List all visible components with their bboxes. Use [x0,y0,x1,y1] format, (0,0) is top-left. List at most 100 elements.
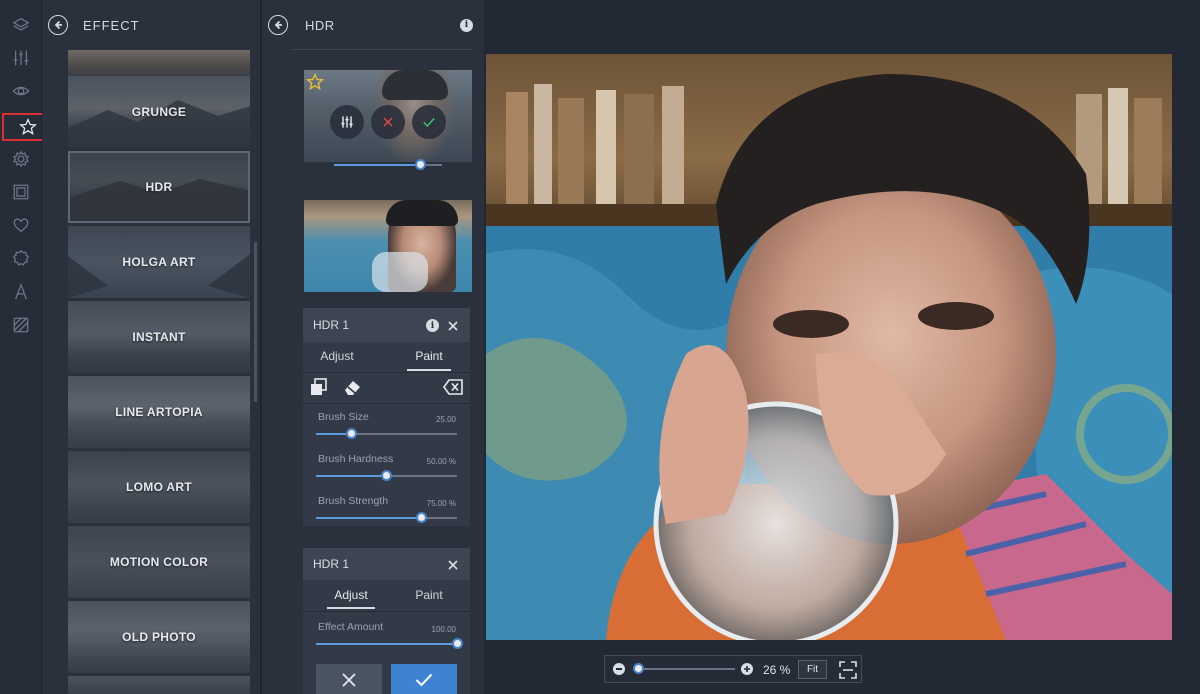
effect-item-holga-art[interactable]: HOLGA ART [68,226,250,298]
brush-hardness-label: Brush Hardness [318,453,394,465]
effect-label: HOLGA ART [122,255,196,269]
gear-icon[interactable] [4,144,38,174]
badge-icon[interactable] [4,243,38,273]
adjust-card-header: HDR 1 [303,548,470,580]
effect-item-line-artopia[interactable]: LINE ARTOPIA [68,376,250,448]
eye-icon[interactable] [4,76,38,106]
effect-amount-value: 100.00 [431,625,456,634]
effect-thumb-partial[interactable] [68,676,250,694]
paint-card-header: HDR 1 i [303,308,470,342]
effect-item-motion-color[interactable]: MOTION COLOR [68,526,250,598]
effect-label: MOTION COLOR [109,555,209,569]
image-canvas: 26 % Fit [484,0,1200,694]
brush-strength-fill [316,517,422,519]
texture-icon[interactable] [4,310,38,340]
zoom-value: 26 % [763,663,791,677]
zoom-track [633,668,735,670]
sliders-icon [341,116,353,128]
text-icon[interactable] [4,277,38,307]
effect-thumb-partial[interactable] [68,50,250,76]
info-icon[interactable]: i [426,319,439,332]
effect-item-instant[interactable]: INSTANT [68,301,250,373]
brush-size-label: Brush Size [318,411,369,423]
effect-label: HDR [145,180,173,194]
effect-item-old-photo[interactable]: OLD PHOTO [68,601,250,673]
effect-item-hdr[interactable]: HDR [68,151,250,223]
brush-hardness-fill [316,475,387,477]
edited-photo[interactable] [486,54,1172,640]
effect-list-panel: EFFECT GRUNGE HDR HOLGA ART INSTANT LINE… [42,0,260,694]
card-title: HDR 1 [313,318,350,332]
preview-strength-slider[interactable] [415,159,426,170]
effect-list-scrollbar[interactable] [254,242,257,402]
back-arrow-icon[interactable] [48,15,68,35]
back-arrow-icon[interactable] [268,15,288,35]
info-icon[interactable]: i [460,18,473,32]
tab-divider [303,372,470,373]
panel-title: EFFECT [83,17,140,33]
brush-size-slider[interactable] [345,428,357,439]
apply-effect-button[interactable] [412,105,446,139]
zoom-out-icon[interactable] [613,663,625,675]
tab-adjust[interactable]: Adjust [309,349,365,369]
tab-paint[interactable]: Paint [407,588,451,608]
adjustments-icon[interactable] [4,43,38,73]
brush-hardness-value: 50.00 % [426,457,456,466]
cancel-effect-button[interactable] [371,105,405,139]
hdr-settings-panel: HDR i HDR 1 i Adjust Paint Brush Size 25… [262,0,484,694]
checkmark-icon [415,673,433,687]
tool-rail [0,0,54,694]
eraser-icon[interactable] [343,378,363,396]
effect-item-grunge[interactable]: GRUNGE [68,76,250,148]
panel-title: HDR [305,17,335,33]
effect-amount-fill [316,643,457,645]
effect-amount-label: Effect Amount [318,621,384,633]
favorite-star-icon[interactable] [306,73,324,91]
preview-strength-fill [334,164,420,166]
hdr-panel-header: HDR i [262,0,484,50]
close-icon [383,117,393,127]
tools-divider [303,403,470,404]
brush-strength-label: Brush Strength [318,495,389,507]
clear-mask-icon[interactable] [443,379,463,395]
tab-adjust[interactable]: Adjust [327,588,375,609]
effect-panel-header: EFFECT [42,0,260,50]
brush-strength-value: 75.00 % [426,499,456,508]
heart-icon[interactable] [4,210,38,240]
photo-content [486,54,1172,640]
effect-label: INSTANT [132,330,186,344]
close-icon [342,673,356,687]
confirm-button[interactable] [391,664,457,694]
header-divider [292,49,472,50]
fullscreen-icon[interactable] [839,661,857,679]
brush-hardness-slider[interactable] [381,470,392,481]
fit-button[interactable]: Fit [798,660,827,679]
effect-amount-slider[interactable] [451,638,463,649]
close-icon[interactable] [447,319,459,331]
effect-item-lomo-art[interactable]: LOMO ART [68,451,250,523]
frame-icon[interactable] [4,177,38,207]
checkmark-icon [423,117,435,128]
effect-label: LOMO ART [126,480,192,494]
brush-size-value: 25.00 [435,415,456,424]
tab-paint[interactable]: Paint [407,349,451,371]
effect-label: OLD PHOTO [122,630,196,644]
tab-divider [303,611,470,612]
duplicate-icon[interactable] [310,378,328,396]
effect-label: LINE ARTOPIA [115,405,203,419]
close-icon[interactable] [447,558,459,570]
layers-icon[interactable] [4,10,38,40]
card-title: HDR 1 [313,557,350,571]
effect-label: GRUNGE [131,105,187,119]
zoom-slider[interactable] [633,663,644,674]
paint-settings-card: HDR 1 i Adjust Paint Brush Size 25.00 Br… [303,308,470,526]
brush-strength-slider[interactable] [416,512,428,523]
adjust-effect-button[interactable] [330,105,364,139]
effect-preview-original[interactable] [304,200,472,292]
cancel-button[interactable] [316,664,382,694]
adjust-settings-card: HDR 1 Adjust Paint Effect Amount 100.00 [303,548,470,694]
zoom-control-bar: 26 % Fit [604,655,862,683]
effect-preview-active[interactable] [304,70,472,162]
zoom-in-icon[interactable] [741,663,753,675]
photo-editor-app: EFFECT GRUNGE HDR HOLGA ART INSTANT LINE… [0,0,1200,694]
